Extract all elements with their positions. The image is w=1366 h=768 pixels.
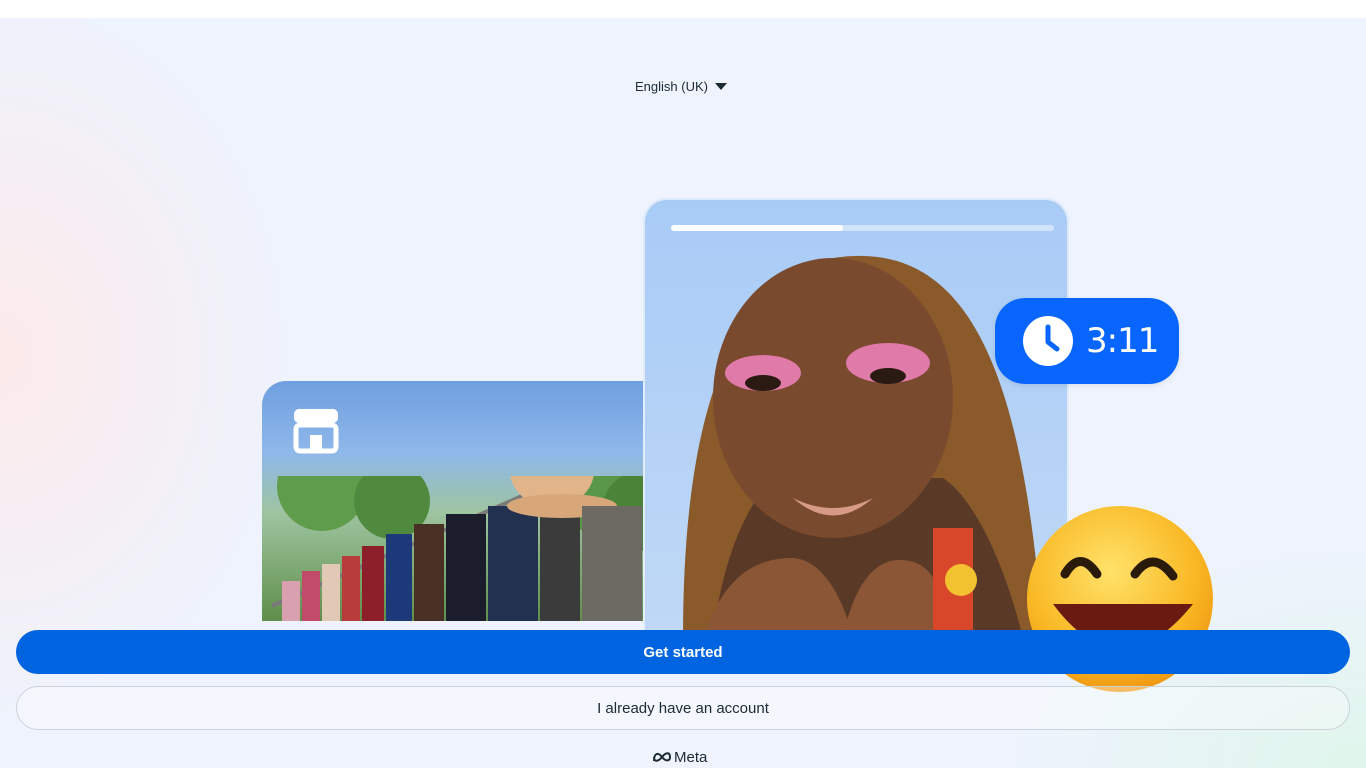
meta-brand-label: Meta: [674, 748, 708, 766]
storefront-icon: [293, 409, 339, 454]
timer-text: 3:11: [1086, 321, 1159, 361]
portrait-image: [683, 255, 1043, 638]
timer-badge: 3:11: [995, 298, 1179, 384]
top-bar: [0, 0, 1366, 18]
story-card: [643, 198, 1069, 638]
language-label: English (UK): [635, 78, 708, 94]
already-have-account-button[interactable]: I already have an account: [16, 686, 1350, 730]
story-progress-fill: [671, 225, 844, 231]
story-progress-bar: [671, 225, 1054, 231]
clock-icon: [1023, 316, 1073, 366]
marketplace-card: [262, 381, 662, 621]
meta-brand: Meta: [652, 747, 707, 767]
caret-down-icon: [714, 82, 727, 90]
meta-logo-icon: [653, 752, 672, 762]
language-selector[interactable]: English (UK): [635, 77, 727, 95]
welcome-screen: English (UK) 3:11 Get started I already …: [0, 18, 1366, 768]
get-started-button[interactable]: Get started: [16, 630, 1350, 674]
clothes-rack-image: [271, 476, 662, 621]
